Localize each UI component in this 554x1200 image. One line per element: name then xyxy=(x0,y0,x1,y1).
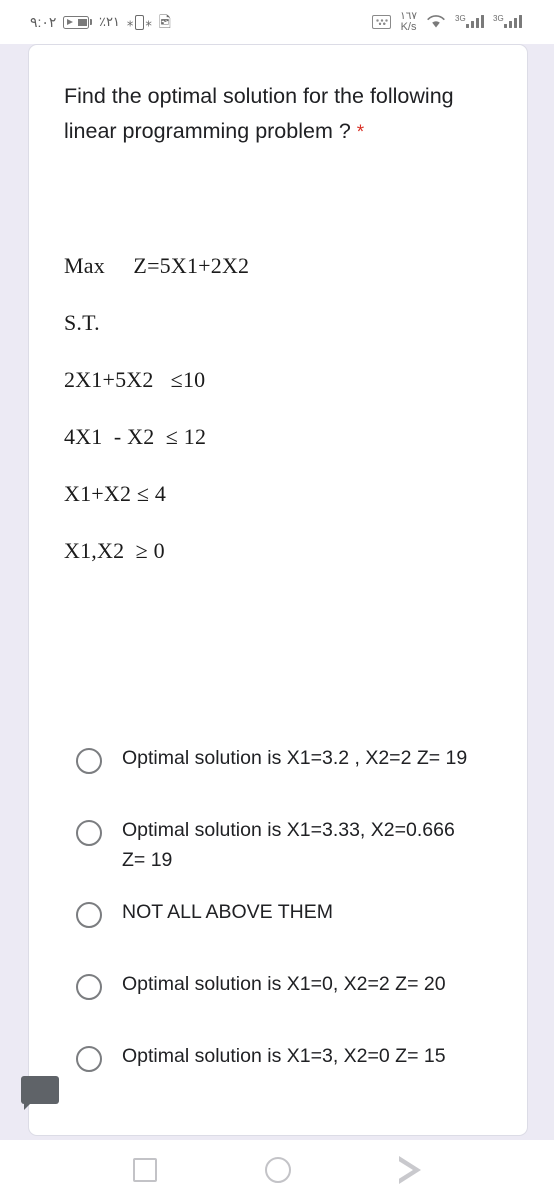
wifi-icon xyxy=(426,14,446,29)
option-row-1[interactable]: Optimal solution is X1=3.2 , X2=2 Z= 19 xyxy=(29,735,527,793)
option-label-1: Optimal solution is X1=3.2 , X2=2 Z= 19 xyxy=(122,747,468,769)
option-row-3[interactable]: NOT ALL ABOVE THEM xyxy=(29,889,527,947)
recents-square-icon[interactable] xyxy=(133,1158,157,1182)
home-circle-icon[interactable] xyxy=(265,1157,291,1183)
question-card: Find the optimal solution for the follow… xyxy=(28,44,528,1136)
option-label-4: Optimal solution is X1=0, X2=2 Z= 20 xyxy=(122,973,446,995)
math-line-constraint-1: 2X1+5X2 ≤10 xyxy=(64,367,206,392)
signal-strength-1-icon: 3G xyxy=(455,14,484,29)
math-line-constraint-2: 4X1 - X2 ≤ 12 xyxy=(64,424,207,449)
math-line-objective: Max Z=5X1+2X2 xyxy=(64,253,250,278)
radio-button-3[interactable] xyxy=(76,902,102,928)
option-row-2[interactable]: Optimal solution is X1=3.33, X2=0.666 Z=… xyxy=(29,807,527,875)
signal-1-network-label: 3G xyxy=(455,14,466,24)
keyboard-icon xyxy=(372,14,392,29)
question-title: Find the optimal solution for the follow… xyxy=(64,79,474,150)
status-bar-left: ٩:٠٢ ٪٢١ ⁎ ⁎ 🖻 xyxy=(30,14,171,31)
linear-programming-problem-image: Max Z=5X1+2X2 S.T. 2X1+5X2 ≤10 4X1 - X2 … xyxy=(64,255,484,562)
option-label-5: Optimal solution is X1=3, X2=0 Z= 15 xyxy=(122,1045,446,1067)
radio-button-4[interactable] xyxy=(76,974,102,1000)
battery-percent-label: ٪٢١ xyxy=(98,14,120,29)
status-bar: ٩:٠٢ ٪٢١ ⁎ ⁎ 🖻 ١٦٧ K/s 3G 3G xyxy=(0,0,554,44)
required-asterisk: * xyxy=(356,122,365,143)
question-text: Find the optimal solution for the follow… xyxy=(64,84,454,143)
data-rate-indicator: ١٦٧ K/s xyxy=(400,11,417,33)
option-label-3: NOT ALL ABOVE THEM xyxy=(122,901,333,923)
math-line-constraint-3: X1+X2 ≤ 4 xyxy=(64,481,167,506)
status-clock: ٩:٠٢ xyxy=(30,13,57,30)
signal-strength-2-icon: 3G xyxy=(493,14,522,29)
radio-button-2[interactable] xyxy=(76,820,102,846)
vibrate-icon: ⁎ ⁎ xyxy=(126,14,152,30)
option-row-5[interactable]: Optimal solution is X1=3, X2=0 Z= 15 xyxy=(29,1033,527,1091)
android-navigation-bar xyxy=(0,1140,554,1200)
signal-2-network-label: 3G xyxy=(493,14,504,24)
battery-charging-icon xyxy=(63,15,92,29)
radio-button-1[interactable] xyxy=(76,748,102,774)
radio-button-5[interactable] xyxy=(76,1046,102,1072)
feedback-exclamation-icon[interactable] xyxy=(21,1076,59,1110)
answer-options-group: Optimal solution is X1=3.2 , X2=2 Z= 19 … xyxy=(29,735,527,1105)
data-rate-unit: K/s xyxy=(400,20,417,33)
back-triangle-icon[interactable] xyxy=(397,1156,421,1184)
math-line-subject-to: S.T. xyxy=(64,310,100,335)
bluetooth-icon: 🖻 xyxy=(158,13,171,31)
option-row-4[interactable]: Optimal solution is X1=0, X2=2 Z= 20 xyxy=(29,961,527,1019)
option-label-2: Optimal solution is X1=3.33, X2=0.666 Z=… xyxy=(122,819,455,871)
status-bar-right: ١٦٧ K/s 3G 3G xyxy=(372,11,522,33)
math-line-nonnegativity: X1,X2 ≥ 0 xyxy=(64,538,165,563)
